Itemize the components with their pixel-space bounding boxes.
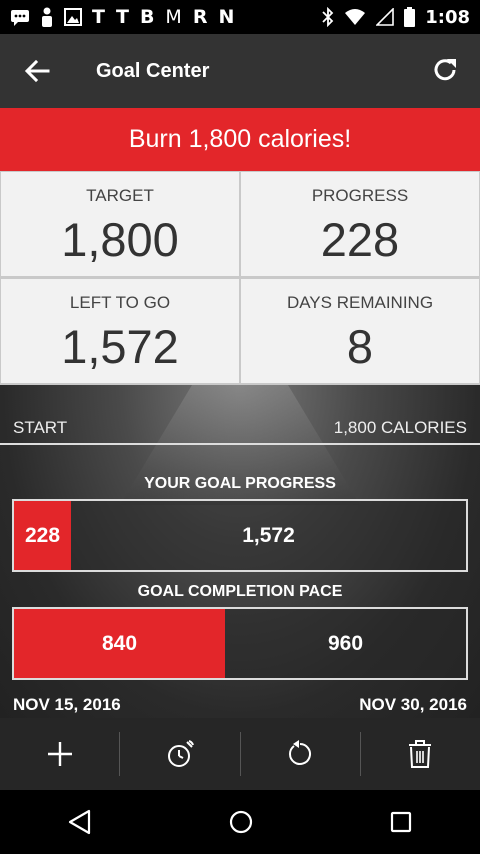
stat-value: 1,572 <box>61 320 179 373</box>
person-icon <box>42 7 52 27</box>
signal-icon <box>376 8 395 26</box>
timer-icon <box>167 740 194 767</box>
status-letter: N <box>218 6 236 28</box>
goal-progress-title: YOUR GOAL PROGRESS <box>144 475 336 492</box>
status-letter: B <box>139 6 156 28</box>
add-button[interactable] <box>0 718 119 790</box>
status-letter: T <box>92 6 106 28</box>
stat-days-remaining: DAYS REMAINING 8 <box>241 279 479 383</box>
scale-labels: START 1,800 CALORIES <box>0 413 480 443</box>
completion-pace-bar: 840 960 <box>12 607 468 680</box>
stat-progress: PROGRESS 228 <box>241 172 479 276</box>
pace-done-segment: 840 <box>14 609 225 678</box>
status-letter: M <box>165 6 183 28</box>
pace-remaining-segment: 960 <box>327 631 364 655</box>
reset-button[interactable] <box>241 718 360 790</box>
stat-value: 8 <box>346 320 374 373</box>
scale-divider <box>0 443 480 445</box>
stat-value: 1,800 <box>61 213 179 266</box>
stat-label: PROGRESS <box>311 186 409 205</box>
delete-button[interactable] <box>361 718 480 790</box>
system-nav-bar <box>0 790 480 854</box>
start-date: NOV 15, 2016 <box>13 695 121 714</box>
stat-label: TARGET <box>86 186 154 205</box>
progress-remaining-segment: 1,572 <box>242 523 295 547</box>
status-letter: R <box>192 6 209 28</box>
timer-button[interactable] <box>120 718 239 790</box>
bluetooth-icon <box>322 7 334 27</box>
bottom-toolbar <box>0 718 480 790</box>
status-left: T T B M R N <box>10 6 235 28</box>
status-letter: T <box>115 6 130 28</box>
wifi-icon <box>345 9 366 25</box>
stat-label: LEFT TO GO <box>69 293 171 312</box>
image-icon <box>64 8 82 26</box>
reset-icon <box>289 740 312 765</box>
battery-icon <box>404 7 416 27</box>
app-bar: Goal Center <box>0 34 480 108</box>
end-date: NOV 30, 2016 <box>359 695 467 714</box>
scale-start-label: START <box>13 418 68 437</box>
status-bar: T T B M R N 1:08 <box>0 0 480 34</box>
status-time: 1:08 <box>425 6 470 28</box>
refresh-icon[interactable] <box>430 55 460 85</box>
date-range: NOV 15, 2016 NOV 30, 2016 <box>0 695 480 718</box>
arrow-left-icon[interactable] <box>22 56 52 86</box>
back-triangle-icon[interactable] <box>67 809 93 835</box>
scale-end-label: 1,800 CALORIES <box>333 418 467 437</box>
add-icon <box>47 742 72 766</box>
message-icon <box>11 10 29 26</box>
stat-target: TARGET 1,800 <box>1 172 239 276</box>
stat-value: 228 <box>320 213 400 266</box>
trash-icon <box>409 740 432 768</box>
home-circle-icon[interactable] <box>228 809 254 835</box>
goal-banner: Burn 1,800 calories! <box>0 108 480 171</box>
progress-done-segment: 228 <box>14 501 71 570</box>
progress-section: START 1,800 CALORIES YOUR GOAL PROGRESS … <box>0 385 480 718</box>
completion-pace-title: GOAL COMPLETION PACE <box>137 583 343 600</box>
stats-grid: TARGET 1,800 PROGRESS 228 LEFT TO GO 1,5… <box>0 171 480 385</box>
goal-progress-bar: 228 1,572 <box>12 499 468 572</box>
status-right: 1:08 <box>322 7 470 28</box>
page-title: Goal Center <box>96 59 210 82</box>
stat-label: DAYS REMAINING <box>286 293 434 312</box>
recents-square-icon[interactable] <box>389 810 413 834</box>
stat-left-to-go: LEFT TO GO 1,572 <box>1 279 239 383</box>
